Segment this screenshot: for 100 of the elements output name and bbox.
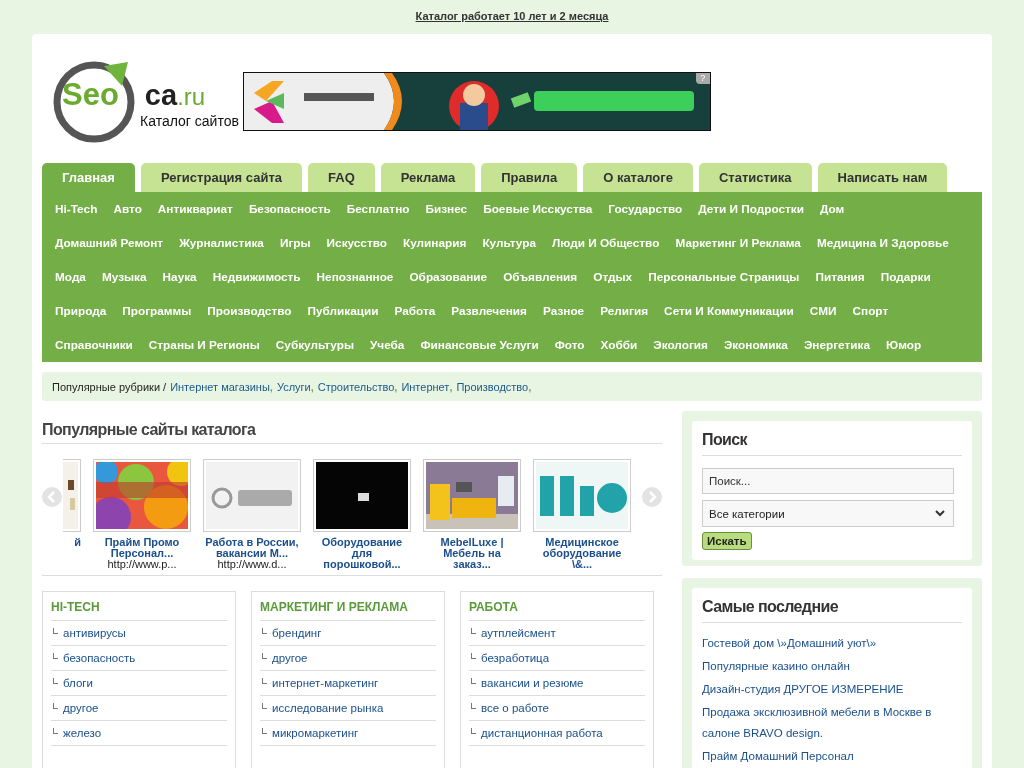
- category-dropdown[interactable]: Все категории: [702, 500, 954, 527]
- help-badge[interactable]: ?: [695, 73, 710, 84]
- category-link[interactable]: Работа: [394, 304, 436, 318]
- subcategory-link[interactable]: блоги: [63, 677, 93, 689]
- nav-tab[interactable]: Реклама: [380, 163, 476, 192]
- subcategory-link[interactable]: другое: [272, 652, 308, 664]
- category-link[interactable]: Люди И Общество: [551, 236, 660, 250]
- search-button[interactable]: Искать: [702, 532, 752, 550]
- site-title-link[interactable]: Оборудование для порошковой...: [313, 537, 411, 570]
- category-link[interactable]: Домашний Ремонт: [55, 236, 164, 250]
- category-link[interactable]: Сети И Коммуникации: [664, 304, 794, 318]
- subcategory-link[interactable]: аутплейсмент: [481, 627, 556, 639]
- subcategory-link[interactable]: безопасность: [63, 652, 136, 664]
- category-link[interactable]: Экология: [653, 338, 708, 352]
- subcategory-link[interactable]: вакансии и резюме: [481, 677, 584, 689]
- category-link[interactable]: Наука: [162, 270, 197, 284]
- category-link[interactable]: Природа: [55, 304, 107, 318]
- site-title-link[interactable]: Прайм Промо Персонал...: [93, 537, 191, 559]
- category-link[interactable]: Разное: [543, 304, 585, 318]
- latest-site-link[interactable]: Прайм Домашний Персонал: [702, 746, 962, 767]
- category-link[interactable]: Медицина И Здоровье: [816, 236, 949, 250]
- nav-tab[interactable]: Регистрация сайта: [140, 163, 302, 192]
- search-field[interactable]: Поиск...: [702, 468, 954, 494]
- category-link[interactable]: Культура: [482, 236, 536, 250]
- subcategory-link[interactable]: дистанционная работа: [481, 727, 603, 739]
- category-link[interactable]: Питания: [815, 270, 865, 284]
- latest-site-link[interactable]: Гостевой дом \»Домашний уют\»: [702, 633, 962, 654]
- site-title-link[interactable]: Медицинское оборудование \&...: [533, 537, 631, 570]
- category-link[interactable]: Производство: [207, 304, 292, 318]
- category-link[interactable]: Образование: [409, 270, 488, 284]
- category-link[interactable]: Публикации: [307, 304, 379, 318]
- rubric-link[interactable]: Интернет магазины: [170, 380, 270, 393]
- subcategory-link[interactable]: безработица: [481, 652, 550, 664]
- category-heading-link[interactable]: РАБОТА: [469, 600, 645, 621]
- category-link[interactable]: Хобби: [600, 338, 638, 352]
- nav-tab[interactable]: О каталоге: [583, 163, 693, 192]
- site-title-link[interactable]: й: [74, 537, 81, 548]
- category-link[interactable]: Дети И Подростки: [698, 202, 804, 216]
- subcategory-link[interactable]: брендинг: [272, 627, 322, 639]
- category-link[interactable]: Учеба: [370, 338, 405, 352]
- category-link[interactable]: Подарки: [880, 270, 931, 284]
- category-link[interactable]: Дом: [820, 202, 845, 216]
- category-link[interactable]: Субкультуры: [275, 338, 354, 352]
- subcategory-link[interactable]: микромаркетинг: [272, 727, 359, 739]
- category-link[interactable]: Игры: [279, 236, 311, 250]
- category-heading-link[interactable]: МАРКЕТИНГ И РЕКЛАМА: [260, 600, 436, 621]
- category-link[interactable]: Бесплатно: [346, 202, 410, 216]
- nav-tab[interactable]: Написать нам: [817, 163, 948, 192]
- subcategory-link[interactable]: исследование рынка: [272, 702, 384, 714]
- category-link[interactable]: Справочники: [55, 338, 133, 352]
- subcategory-link[interactable]: все о работе: [481, 702, 549, 714]
- category-link[interactable]: Непознанное: [316, 270, 394, 284]
- latest-site-link[interactable]: Дизайн-студия ДРУГОЕ ИЗМЕРЕНИЕ: [702, 679, 962, 700]
- rubric-link[interactable]: Услуги: [276, 380, 311, 393]
- category-link[interactable]: Музыка: [101, 270, 147, 284]
- category-heading-link[interactable]: HI-TECH: [51, 600, 227, 621]
- category-link[interactable]: Страны И Регионы: [148, 338, 260, 352]
- subcategory-link[interactable]: другое: [63, 702, 99, 714]
- category-link[interactable]: Фото: [554, 338, 585, 352]
- category-link[interactable]: Маркетинг И Реклама: [675, 236, 801, 250]
- site-title-link[interactable]: MebelLuxe | Мебель на заказ...: [423, 537, 521, 570]
- site-thumbnail[interactable]: [63, 459, 81, 532]
- nav-tab[interactable]: Правила: [481, 163, 578, 192]
- category-link[interactable]: Религия: [600, 304, 649, 318]
- category-link[interactable]: Боевые Исскуства: [483, 202, 593, 216]
- category-link[interactable]: Объявления: [503, 270, 578, 284]
- catalog-age-link[interactable]: Каталог работает 10 лет и 2 месяца: [415, 9, 609, 22]
- nav-tab[interactable]: Главная: [42, 163, 135, 192]
- rubric-link[interactable]: Интернет: [401, 380, 450, 393]
- category-link[interactable]: Искусство: [326, 236, 387, 250]
- category-link[interactable]: Hi-Tech: [55, 202, 98, 216]
- category-link[interactable]: Антиквариат: [157, 202, 233, 216]
- category-link[interactable]: Мода: [55, 270, 86, 284]
- nav-tab[interactable]: FAQ: [308, 163, 375, 192]
- category-link[interactable]: Экономика: [723, 338, 788, 352]
- category-link[interactable]: Государство: [608, 202, 683, 216]
- category-link[interactable]: Журналистика: [179, 236, 264, 250]
- latest-site-link[interactable]: Продажа эксклюзивной мебели в Москве в салоне BRAVO design.: [702, 702, 962, 744]
- category-link[interactable]: Юмор: [886, 338, 922, 352]
- nav-tab[interactable]: Статистика: [698, 163, 812, 192]
- site-logo[interactable]: Seo ca.ru Каталог сайтов: [52, 55, 239, 144]
- subcategory-link[interactable]: интернет-маркетинг: [272, 677, 379, 689]
- category-link[interactable]: Энергетика: [803, 338, 871, 352]
- category-link[interactable]: Безопасность: [248, 202, 331, 216]
- category-link[interactable]: Программы: [122, 304, 192, 318]
- category-link[interactable]: Бизнес: [425, 202, 468, 216]
- category-link[interactable]: Спорт: [852, 304, 889, 318]
- subcategory-link[interactable]: антивирусы: [63, 627, 126, 639]
- subcategory-corner-icon: [262, 627, 267, 634]
- category-link[interactable]: СМИ: [809, 304, 837, 318]
- category-link[interactable]: Финансовые Услуги: [420, 338, 539, 352]
- category-link[interactable]: Отдых: [593, 270, 633, 284]
- site-title-link[interactable]: Работа в России, вакансии М...: [203, 537, 301, 559]
- category-link[interactable]: Развлечения: [451, 304, 527, 318]
- latest-site-link[interactable]: Популярные казино онлайн: [702, 656, 962, 677]
- category-link[interactable]: Авто: [113, 202, 142, 216]
- category-link[interactable]: Кулинария: [403, 236, 467, 250]
- category-link[interactable]: Персональные Страницы: [648, 270, 800, 284]
- subcategory-link[interactable]: железо: [63, 727, 102, 739]
- category-link[interactable]: Недвижимость: [212, 270, 301, 284]
